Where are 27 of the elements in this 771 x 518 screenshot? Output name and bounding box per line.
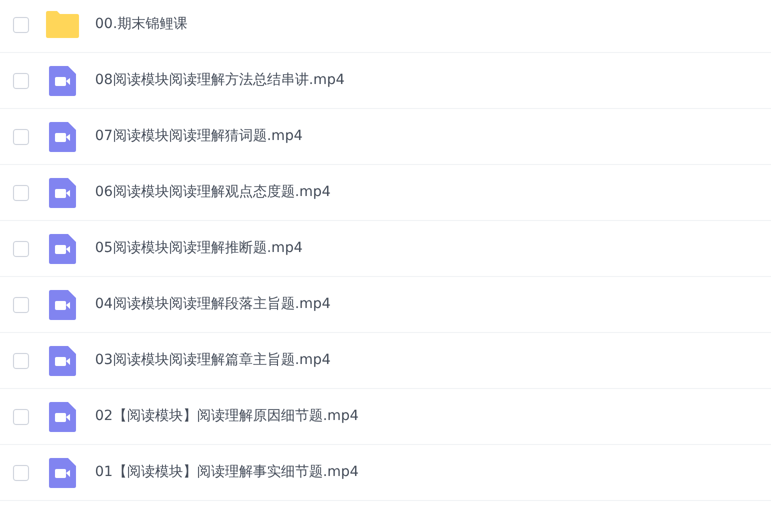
video-file-icon bbox=[49, 122, 76, 152]
video-file-icon bbox=[49, 290, 76, 320]
file-name[interactable]: 01【阅读模块】阅读理解事实细节题.mp4 bbox=[95, 462, 359, 483]
video-file-icon bbox=[49, 402, 76, 432]
video-file-icon bbox=[49, 66, 76, 96]
folder-icon bbox=[46, 11, 79, 38]
checkbox[interactable] bbox=[13, 352, 29, 368]
checkbox[interactable] bbox=[13, 128, 29, 144]
file-name[interactable]: 00.期末锦鲤课 bbox=[95, 14, 188, 35]
checkbox[interactable] bbox=[13, 184, 29, 200]
file-name[interactable]: 04阅读模块阅读理解段落主旨题.mp4 bbox=[95, 294, 331, 315]
file-name[interactable]: 08阅读模块阅读理解方法总结串讲.mp4 bbox=[95, 70, 345, 91]
checkbox[interactable] bbox=[13, 240, 29, 256]
checkbox[interactable] bbox=[13, 296, 29, 312]
file-name[interactable]: 05阅读模块阅读理解推断题.mp4 bbox=[95, 238, 303, 259]
checkbox[interactable] bbox=[13, 408, 29, 424]
video-file-icon bbox=[49, 458, 76, 488]
file-name[interactable]: 02【阅读模块】阅读理解原因细节题.mp4 bbox=[95, 406, 359, 427]
video-file-icon bbox=[49, 178, 76, 208]
video-file-icon bbox=[49, 234, 76, 264]
file-name[interactable]: 03阅读模块阅读理解篇章主旨题.mp4 bbox=[95, 350, 331, 371]
file-name[interactable]: 06阅读模块阅读理解观点态度题.mp4 bbox=[95, 182, 331, 203]
checkbox[interactable] bbox=[13, 16, 29, 32]
checkbox[interactable] bbox=[13, 72, 29, 88]
video-file-icon bbox=[49, 346, 76, 376]
checkbox[interactable] bbox=[13, 464, 29, 480]
file-name[interactable]: 07阅读模块阅读理解猜词题.mp4 bbox=[95, 126, 303, 147]
